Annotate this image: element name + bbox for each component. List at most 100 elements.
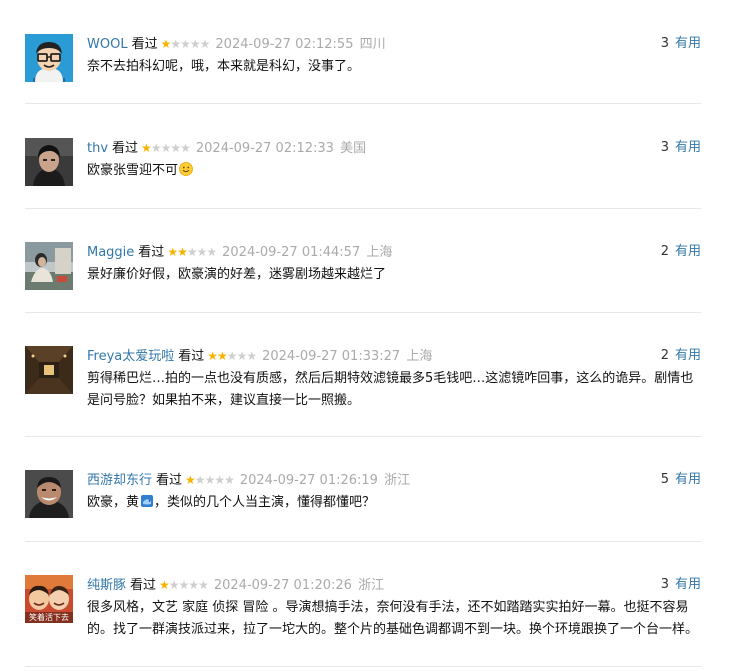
votes: 3 有用 [661, 34, 701, 54]
username-link[interactable]: 西游却东行 [87, 473, 152, 488]
comment-text: 景好廉价好假，欧豪演的好差，迷雾剧场越来越烂了 [87, 267, 387, 282]
divider [25, 312, 701, 313]
useful-button[interactable]: 有用 [675, 577, 701, 592]
username-link[interactable]: 纯斯豚 [87, 578, 126, 593]
star-empty-icon: ★ [206, 245, 217, 259]
divider [25, 208, 701, 209]
useful-button[interactable]: 有用 [675, 36, 701, 51]
avatar-caption: 笑着活下去 [29, 613, 69, 622]
avatar[interactable] [25, 242, 73, 290]
username-link[interactable]: WOOL [87, 37, 128, 52]
rating-stars: ★★★★★ [185, 473, 235, 487]
comment-meta: thv 看过 ★★★★★ 2024-09-27 02:12:33 美国 [87, 138, 366, 158]
useful-button[interactable]: 有用 [675, 348, 701, 363]
comment-item: Freya太爱玩啦 看过 ★★★★★ 2024-09-27 01:33:27 上海 2… [25, 346, 701, 428]
star-empty-icon: ★ [170, 37, 181, 51]
avatar[interactable] [25, 346, 73, 394]
comment-meta: 纯斯豚 看过 ★★★★★ 2024-09-27 01:20:26 浙江 [87, 575, 384, 595]
rating-stars: ★★★★★ [159, 578, 209, 592]
comment-time: 2024-09-27 01:33:27 [262, 349, 401, 364]
star-filled-icon: ★ [217, 349, 228, 363]
avatar[interactable]: 笑着活下去 [25, 575, 73, 623]
star-empty-icon: ★ [236, 349, 248, 363]
useful-button[interactable]: 有用 [675, 244, 701, 259]
comment-text-content: 欧豪张雪迎不可 [87, 163, 179, 178]
votes: 3 有用 [661, 138, 701, 158]
comment-time: 2024-09-27 02:12:33 [195, 141, 334, 156]
useful-button[interactable]: 有用 [675, 140, 701, 155]
avatar[interactable] [25, 470, 73, 518]
star-filled-icon: ★ [207, 349, 218, 363]
star-empty-icon: ★ [246, 349, 257, 363]
comment-list: WOOL 看过 ★★★★★ 2024-09-27 02:12:55 四川 3 有用 奈不… [0, 0, 731, 671]
avatar[interactable] [25, 138, 73, 186]
comment-time: 2024-09-27 02:12:55 [215, 37, 354, 52]
star-empty-icon: ★ [186, 245, 198, 259]
avatar[interactable] [25, 34, 73, 82]
star-filled-icon: ★ [177, 245, 188, 259]
comment-text: 欧豪张雪迎不可 [87, 160, 699, 182]
comment-location: 美国 [340, 141, 367, 156]
comment-location: 浙江 [384, 473, 411, 488]
comment-meta: 西游却东行 看过 ★★★★★ 2024-09-27 01:26:19 浙江 [87, 470, 410, 490]
comment-text: 很多风格，文艺 家庭 侦探 冒险 。导演想搞手法，奈何没有手法，还不如踏踏实实拍… [87, 600, 699, 637]
username-link[interactable]: Maggie [87, 245, 134, 260]
comment-location: 上海 [406, 349, 433, 364]
vote-count: 2 [660, 244, 669, 259]
divider [25, 436, 701, 437]
watched-label: 看过 [138, 245, 165, 260]
comment-location: 上海 [366, 245, 393, 260]
outdoor-photo-avatar-icon [25, 242, 73, 290]
rating-stars: ★★★★★ [167, 245, 217, 259]
comment-meta: WOOL 看过 ★★★★★ 2024-09-27 02:12:55 四川 [87, 34, 386, 54]
star-empty-icon: ★ [168, 578, 180, 592]
watched-label: 看过 [131, 37, 158, 52]
star-empty-icon: ★ [199, 37, 211, 51]
star-filled-icon: ★ [141, 141, 152, 155]
comment-meta: Maggie 看过 ★★★★★ 2024-09-27 01:44:57 上海 [87, 242, 392, 262]
votes: 2 有用 [661, 242, 701, 262]
star-empty-icon: ★ [194, 473, 206, 487]
username-link[interactable]: thv [87, 141, 108, 156]
star-empty-icon: ★ [170, 141, 181, 155]
comment-time: 2024-09-27 01:44:57 [222, 245, 361, 260]
votes: 3 有用 [661, 575, 701, 595]
star-filled-icon: ★ [159, 578, 170, 592]
star-empty-icon: ★ [178, 578, 190, 592]
watched-label: 看过 [130, 578, 157, 593]
rating-stars: ★★★★★ [160, 37, 211, 51]
comment-text-content: 欧豪，黄 [87, 495, 140, 510]
comment-text: 剪得稀巴烂…拍的一点也没有质感，然后后期特效滤镜最多5毛钱吧…这滤镜咋回事，这么… [87, 371, 694, 408]
username-link[interactable]: Freya太爱玩啦 [87, 349, 174, 364]
cartoon-glasses-avatar-icon [25, 34, 73, 82]
star-empty-icon: ★ [224, 473, 235, 487]
star-filled-icon: ★ [160, 37, 172, 51]
vote-count: 3 [660, 36, 669, 51]
rating-stars: ★★★★★ [141, 141, 191, 155]
star-empty-icon: ★ [214, 473, 225, 487]
comment-text: 奈不去拍科幻呢，哦，本来就是科幻，没事了。 [87, 59, 361, 74]
divider [25, 103, 701, 104]
votes: 5 有用 [661, 470, 701, 490]
divider [25, 541, 701, 542]
comment-item: 西游却东行 看过 ★★★★★ 2024-09-27 01:26:19 浙江 5 有用 欧… [25, 470, 701, 530]
comment-text: 欧豪，黄 ，类似的几个人当主演，懂得都懂吧？ [87, 492, 699, 514]
tuna-emoji-icon [141, 495, 154, 507]
star-empty-icon: ★ [226, 349, 238, 363]
star-empty-icon: ★ [180, 141, 191, 155]
star-empty-icon: ★ [160, 141, 172, 155]
smiling-man-avatar-icon [25, 470, 73, 518]
vote-count: 3 [660, 140, 669, 155]
watched-label: 看过 [178, 349, 205, 364]
comment-meta: Freya太爱玩啦 看过 ★★★★★ 2024-09-27 01:33:27 上海 [87, 346, 432, 366]
star-filled-icon: ★ [167, 245, 178, 259]
useful-button[interactable]: 有用 [675, 472, 701, 487]
watched-label: 看过 [112, 141, 139, 156]
comment-time: 2024-09-27 01:26:19 [239, 473, 378, 488]
star-empty-icon: ★ [189, 37, 201, 51]
corridor-photo-avatar-icon [25, 346, 73, 394]
vote-count: 3 [660, 577, 669, 592]
star-empty-icon: ★ [204, 473, 216, 487]
comment-item: Maggie 看过 ★★★★★ 2024-09-27 01:44:57 上海 2 有用 … [25, 242, 701, 302]
comment-time: 2024-09-27 01:20:26 [213, 578, 352, 593]
